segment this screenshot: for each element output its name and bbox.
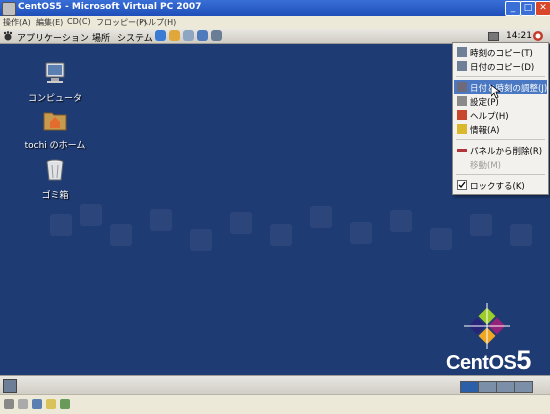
vpc-menu-bar: 操作(A) 編集(E) CD(C) フロッピー(F) ヘルプ(H) (0, 16, 550, 30)
menu-item-preferences[interactable]: 設定(P) (454, 94, 547, 108)
shared-folder-icon[interactable] (46, 399, 56, 409)
computer-icon (45, 62, 65, 83)
centos-logo (464, 303, 510, 349)
text-editor-icon[interactable] (183, 30, 194, 41)
menu-item-label: パネルから削除(R) (470, 147, 543, 157)
vpc-status-bar (0, 394, 550, 414)
menu-item-label: ロックする(K) (470, 182, 525, 192)
copy-icon (457, 47, 467, 57)
brand-text: CentOS (446, 352, 517, 374)
notification-icon[interactable] (532, 30, 544, 42)
window-title-bar: CentOS5 - Microsoft Virtual PC 2007 _ □ … (0, 0, 550, 16)
menu-item-label: 移動(M) (470, 161, 501, 171)
menu-item-lock[interactable]: ロックする(K) (454, 178, 547, 192)
applications-menu[interactable]: アプリケーション (17, 31, 89, 44)
desktop-icon-label: ゴミ箱 (41, 191, 69, 201)
checkbox-checked-icon (457, 180, 467, 190)
menu-action[interactable]: 操作(A) (3, 17, 31, 28)
star-icon (457, 124, 467, 134)
email-icon[interactable] (169, 30, 180, 41)
workspace-2[interactable] (478, 381, 497, 393)
remove-icon (457, 149, 467, 152)
web-browser-icon[interactable] (155, 30, 166, 41)
menu-item-copy-time[interactable]: 時刻のコピー(T) (454, 45, 547, 59)
clock[interactable]: 14:21 (506, 31, 532, 41)
desktop-icon-computer[interactable]: コンピュータ (20, 60, 90, 104)
desktop-icon-home[interactable]: tochi のホーム (20, 107, 90, 151)
maximize-button[interactable]: □ (520, 1, 536, 16)
cd-drive-icon[interactable] (18, 399, 28, 409)
mouse-pointer-icon (491, 85, 500, 98)
minimize-button[interactable]: _ (505, 1, 521, 16)
menu-item-label: 時刻のコピー(T) (470, 49, 533, 59)
tray-icon[interactable] (488, 32, 499, 41)
desktop-icon-trash[interactable]: ゴミ箱 (20, 157, 90, 201)
network-icon[interactable] (60, 399, 70, 409)
show-desktop-button[interactable] (3, 379, 17, 393)
brand-version: 5 (516, 345, 531, 375)
clock-settings-icon (457, 82, 467, 92)
menu-cd[interactable]: CD(C) (67, 17, 91, 26)
menu-item-label: 日付のコピー(D) (470, 63, 535, 73)
workspace-3[interactable] (496, 381, 515, 393)
menu-item-help[interactable]: ヘルプ(H) (454, 108, 547, 122)
clock-context-menu: 時刻のコピー(T) 日付のコピー(D) 日付と時刻の調整(J) 設定(P) ヘル… (452, 42, 549, 195)
menu-help[interactable]: ヘルプ(H) (140, 17, 176, 28)
places-menu[interactable]: 場所 (92, 31, 110, 44)
menu-item-adjust-datetime[interactable]: 日付と時刻の調整(J) (454, 80, 547, 94)
trash-icon (46, 159, 64, 181)
menu-item-copy-date[interactable]: 日付のコピー(D) (454, 59, 547, 73)
gnome-foot-icon (3, 31, 13, 41)
desktop-icon-label: tochi のホーム (24, 141, 86, 151)
notes-icon[interactable] (197, 30, 208, 41)
system-menu[interactable]: システム (117, 31, 153, 44)
virtual-pc-icon (2, 2, 16, 16)
workspace-4[interactable] (514, 381, 533, 393)
bottom-panel (0, 375, 550, 395)
menu-separator (456, 174, 545, 175)
floppy-icon[interactable] (32, 399, 42, 409)
window-title: CentOS5 - Microsoft Virtual PC 2007 (18, 2, 202, 12)
copy-icon (457, 61, 467, 71)
desktop-icon-label: コンピュータ (27, 94, 82, 104)
wrench-icon (457, 96, 467, 106)
home-folder-icon (43, 112, 67, 131)
centos-brand: CentOS5 (446, 345, 531, 375)
menu-separator (456, 76, 545, 77)
menu-item-move: 移動(M) (454, 157, 547, 171)
hard-disk-icon[interactable] (4, 399, 14, 409)
menu-item-label: ヘルプ(H) (470, 112, 509, 122)
background-pattern (50, 204, 550, 264)
workspace-1[interactable] (460, 381, 479, 393)
menu-separator (456, 139, 545, 140)
menu-item-label: 日付と時刻の調整(J) (470, 84, 548, 94)
close-button[interactable]: ✕ (535, 1, 550, 16)
menu-item-remove-from-panel[interactable]: パネルから削除(R) (454, 143, 547, 157)
menu-item-label: 情報(A) (470, 126, 500, 136)
menu-edit[interactable]: 編集(E) (36, 17, 63, 28)
screenshot-icon[interactable] (211, 30, 222, 41)
help-icon (457, 110, 467, 120)
menu-item-about[interactable]: 情報(A) (454, 122, 547, 136)
